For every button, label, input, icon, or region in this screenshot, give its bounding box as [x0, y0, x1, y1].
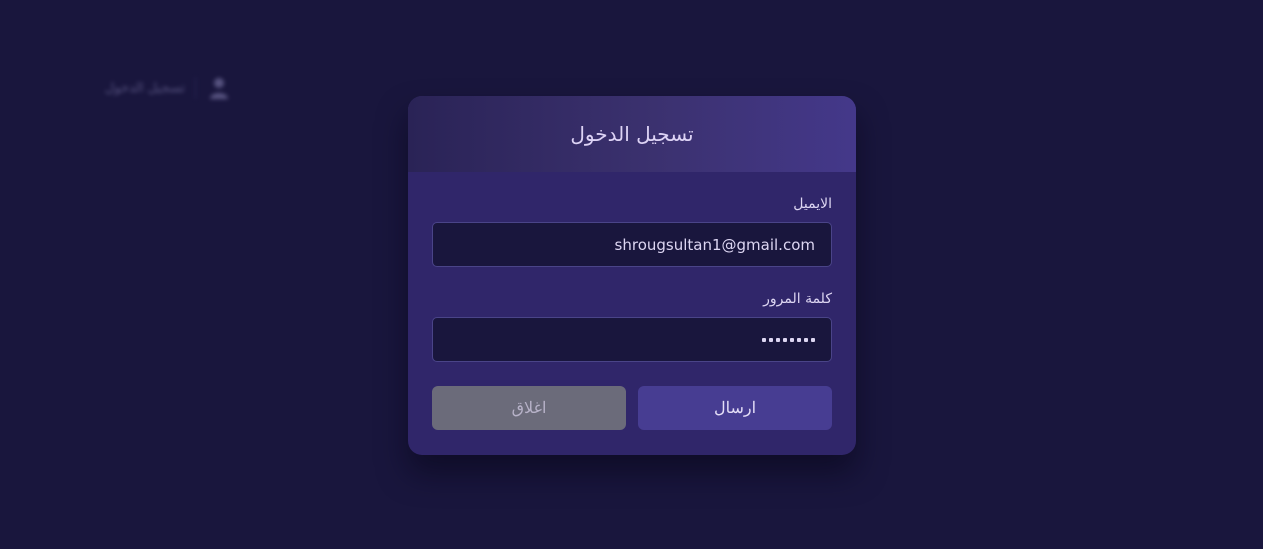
- email-value: shrougsultan1@gmail.com: [614, 235, 815, 254]
- background-login-label: تسجيل الدخول: [104, 80, 185, 96]
- background-nav: تسجيل الدخول: [52, 70, 232, 106]
- password-dot: [776, 337, 780, 342]
- password-dot: [811, 337, 815, 342]
- modal-title: تسجيل الدخول: [570, 122, 694, 146]
- password-mask: [762, 337, 815, 342]
- page: تسجيل الدخول تسجيل الدخول الايميل shroug…: [0, 0, 1263, 549]
- password-dot: [790, 337, 794, 342]
- password-dot: [762, 337, 766, 342]
- email-label: الايميل: [793, 196, 832, 212]
- modal-actions: ارسال اغلاق: [432, 386, 832, 430]
- email-field[interactable]: shrougsultan1@gmail.com: [432, 222, 832, 267]
- user-icon: [206, 75, 232, 101]
- login-modal: تسجيل الدخول الايميل shrougsultan1@gmail…: [408, 96, 856, 455]
- modal-header: تسجيل الدخول: [408, 96, 856, 172]
- modal-body: الايميل shrougsultan1@gmail.com كلمة الم…: [408, 172, 856, 430]
- password-dot: [769, 337, 773, 342]
- submit-button[interactable]: ارسال: [638, 386, 832, 430]
- password-dot: [797, 337, 801, 342]
- password-field[interactable]: [432, 317, 832, 362]
- password-dot: [804, 337, 808, 342]
- nav-divider: [195, 77, 196, 99]
- password-dot: [783, 337, 787, 342]
- close-button[interactable]: اغلاق: [432, 386, 626, 430]
- password-label: كلمة المرور: [763, 291, 832, 307]
